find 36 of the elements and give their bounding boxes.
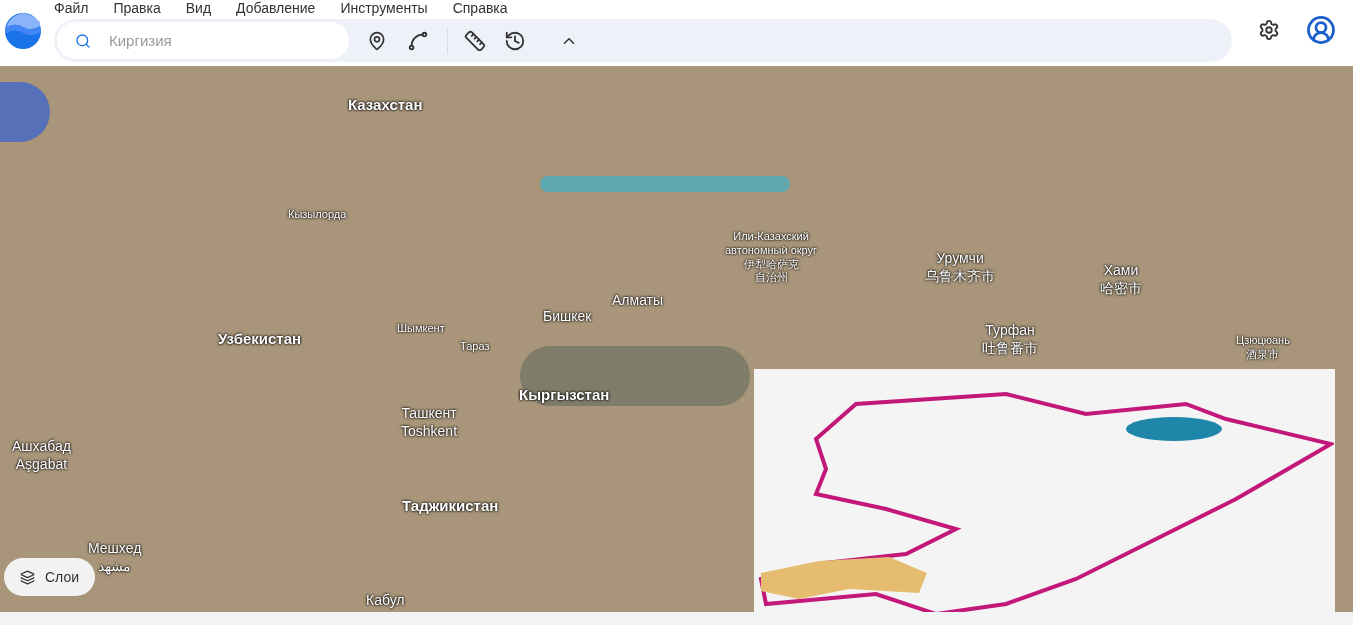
map-label: Или-Казахский автономный округ 伊犁哈萨克 自治州 <box>725 230 818 285</box>
map-label: Цзюцюань 酒泉市 <box>1236 334 1290 362</box>
map-label: Бишкек <box>543 308 592 326</box>
map-label: Хами 哈密市 <box>1100 262 1142 297</box>
map-label: Казахстан <box>348 96 423 115</box>
lake-area <box>0 82 50 142</box>
map-label: Шымкент <box>397 322 445 336</box>
menu-item[interactable]: Файл <box>54 0 89 16</box>
app-logo-icon[interactable] <box>4 12 42 50</box>
placemark-icon[interactable] <box>367 30 387 51</box>
map-label: Кабул <box>366 592 405 610</box>
map-label: Узбекистан <box>218 330 302 349</box>
layers-button[interactable]: Слои <box>4 558 96 596</box>
menu-item[interactable]: Справка <box>452 0 508 16</box>
map-label: Таджикистан <box>402 497 499 516</box>
map-label: Ташкент Toshkent <box>401 405 458 440</box>
path-icon[interactable] <box>407 29 429 52</box>
map-label: Кызылорда <box>288 208 347 222</box>
layers-icon <box>20 569 35 585</box>
map-label: Урумчи 乌鲁木齐市 <box>925 250 995 285</box>
satellite-map[interactable] <box>0 66 1353 612</box>
search-icon <box>75 32 91 49</box>
menu-item[interactable]: Инструменты <box>340 0 428 16</box>
search-field[interactable]: Киргизия <box>57 22 349 59</box>
map-label: Кыргызстан <box>519 386 610 405</box>
settings-icon[interactable] <box>1258 19 1280 41</box>
menu-item[interactable]: Добавление <box>236 0 316 16</box>
map-label: Ашхабад Aşgabat <box>12 438 71 473</box>
map-label: Тараз <box>460 340 490 354</box>
menu-item[interactable]: Вид <box>185 0 212 16</box>
map-label: Алматы <box>612 292 664 310</box>
account-icon[interactable] <box>1306 15 1336 45</box>
menu-item[interactable]: Правка <box>113 0 161 16</box>
map-label: Турфан 吐鲁番市 <box>982 322 1038 357</box>
ruler-icon[interactable] <box>464 29 486 52</box>
history-icon[interactable] <box>504 29 526 52</box>
